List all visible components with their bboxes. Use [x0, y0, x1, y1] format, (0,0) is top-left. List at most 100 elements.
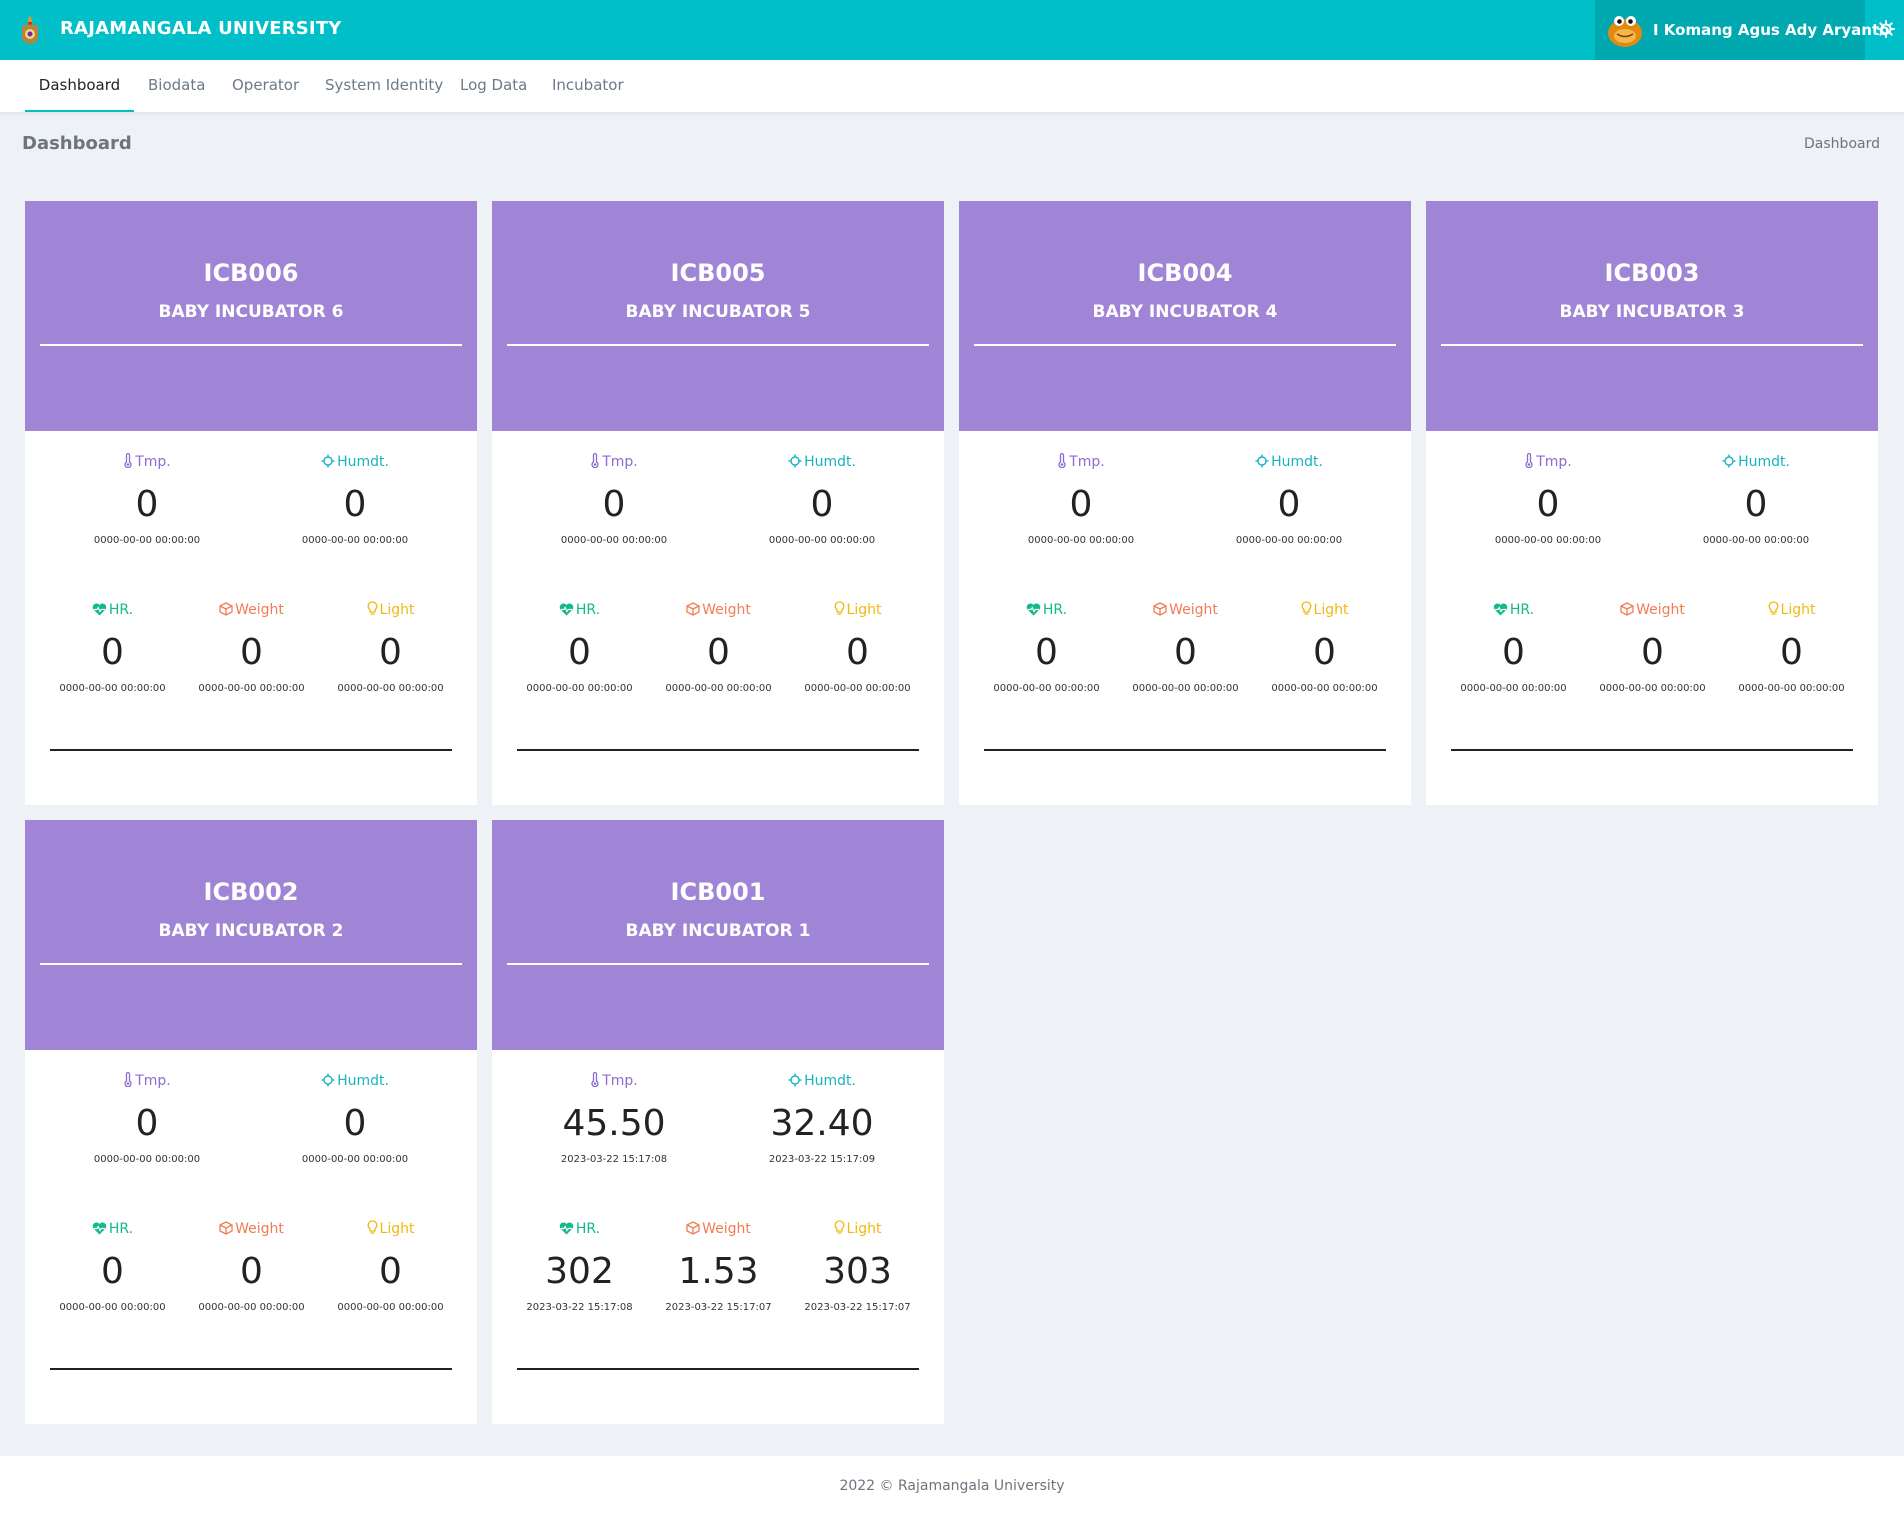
- header-divider: [40, 963, 462, 965]
- nav-system-identity[interactable]: System Identity: [325, 60, 443, 112]
- metric-humdt: Humdt. 0 0000-00-00 00:00:00: [718, 453, 926, 546]
- metric-label-humdt: Humdt.: [251, 1072, 459, 1090]
- metric-label-tmp: Tmp.: [43, 1071, 251, 1090]
- metric-value: 0: [1277, 484, 1301, 525]
- metric-timestamp: 0000-00-00 00:00:00: [301, 1154, 409, 1165]
- metric-timestamp: 0000-00-00 00:00:00: [93, 1154, 201, 1165]
- thermometer-icon: [591, 1071, 599, 1088]
- incubator-card: ICB006 BABY INCUBATOR 6 Tmp. 0 0000-00-00 00…: [25, 201, 477, 805]
- metric-tmp: Tmp. 0 0000-00-00 00:00:00: [1444, 452, 1652, 546]
- metric-label-text: HR.: [108, 602, 134, 618]
- metric-light: Light 0 0000-00-00 00:00:00: [1255, 601, 1394, 694]
- user-menu[interactable]: I Komang Agus Ady Aryanto: [1595, 0, 1889, 60]
- metric-label-text: Light: [379, 1221, 415, 1237]
- metric-label-text: HR.: [1042, 602, 1068, 618]
- heart-pulse-icon: [559, 603, 574, 616]
- metric-label-weight: Weight: [182, 1220, 321, 1238]
- metric-timestamp: 2023-03-22 15:17:09: [768, 1154, 876, 1165]
- metric-label-text: Tmp.: [602, 1073, 638, 1089]
- metric-value: 303: [823, 1251, 892, 1292]
- incubator-code: ICB004: [1137, 259, 1233, 287]
- metric-label-text: Light: [379, 602, 415, 618]
- metric-value: 32.40: [770, 1103, 874, 1144]
- heart-pulse-icon: [559, 1222, 574, 1235]
- metric-humdt: Humdt. 0 0000-00-00 00:00:00: [1652, 453, 1860, 546]
- card-header: ICB005 BABY INCUBATOR 5: [492, 201, 944, 431]
- metric-label-text: Tmp.: [135, 454, 171, 470]
- metric-weight: Weight 0 0000-00-00 00:00:00: [182, 1220, 321, 1313]
- metric-label-text: HR.: [575, 1221, 601, 1237]
- metric-value: 0: [343, 1103, 367, 1144]
- card-header: ICB003 BABY INCUBATOR 3: [1426, 201, 1878, 431]
- metric-value: 302: [545, 1251, 614, 1292]
- incubator-card: ICB001 BABY INCUBATOR 1 Tmp. 45.50 2023-03-2…: [492, 820, 944, 1424]
- metric-value: 0: [602, 484, 626, 525]
- heart-pulse-icon: [92, 603, 107, 616]
- metric-value: 0: [240, 632, 263, 673]
- nav-biodata[interactable]: Biodata: [148, 60, 205, 112]
- metric-timestamp: 0000-00-00 00:00:00: [1494, 535, 1602, 546]
- metric-humdt: Humdt. 32.40 2023-03-22 15:17:09: [718, 1072, 926, 1165]
- sun-icon: [1255, 454, 1269, 468]
- nav-log-data[interactable]: Log Data: [460, 60, 527, 112]
- metric-value: 0: [568, 632, 591, 673]
- metric-label-humdt: Humdt.: [718, 453, 926, 471]
- metric-light: Light 0 0000-00-00 00:00:00: [1722, 601, 1861, 694]
- page-title: Dashboard: [22, 133, 132, 154]
- card-bottom-line: [50, 749, 452, 751]
- metric-timestamp: 0000-00-00 00:00:00: [337, 683, 444, 694]
- breadcrumb[interactable]: Dashboard: [1804, 136, 1880, 152]
- metric-label-light: Light: [788, 1220, 927, 1238]
- metric-tmp: Tmp. 45.50 2023-03-22 15:17:08: [510, 1071, 718, 1165]
- metric-value: 0: [1174, 632, 1197, 673]
- metric-value: 0: [1536, 484, 1560, 525]
- metric-light: Light 0 0000-00-00 00:00:00: [788, 601, 927, 694]
- top-bar: RAJAMANGALA UNIVERSITY I Komang Agus Ady…: [0, 0, 1904, 60]
- metric-timestamp: 0000-00-00 00:00:00: [1702, 535, 1810, 546]
- metric-label-text: Humdt.: [337, 1073, 389, 1089]
- incubator-code: ICB006: [203, 259, 299, 287]
- settings-gear-icon[interactable]: [1876, 19, 1896, 39]
- nav-dashboard[interactable]: Dashboard: [25, 60, 134, 112]
- metric-label-text: Tmp.: [1069, 454, 1105, 470]
- metric-value: 45.50: [562, 1103, 666, 1144]
- metric-label-weight: Weight: [1583, 601, 1722, 619]
- metric-hr: HR. 0 0000-00-00 00:00:00: [1444, 601, 1583, 694]
- metric-timestamp: 2023-03-22 15:17:08: [526, 1302, 633, 1313]
- metric-label-light: Light: [321, 1220, 460, 1238]
- sun-icon: [321, 1073, 335, 1087]
- sun-icon: [1722, 454, 1736, 468]
- metric-timestamp: 0000-00-00 00:00:00: [1235, 535, 1343, 546]
- brand-name[interactable]: RAJAMANGALA UNIVERSITY: [60, 18, 342, 39]
- nav-incubator[interactable]: Incubator: [552, 60, 624, 112]
- incubator-card: ICB002 BABY INCUBATOR 2 Tmp. 0 0000-00-00 00…: [25, 820, 477, 1424]
- metric-label-humdt: Humdt.: [251, 453, 459, 471]
- header-divider: [974, 344, 1396, 346]
- header-divider: [507, 963, 929, 965]
- incubator-name: BABY INCUBATOR 5: [625, 302, 811, 322]
- metric-label-humdt: Humdt.: [1652, 453, 1860, 471]
- footer: 2022 © Rajamangala University: [0, 1456, 1904, 1516]
- metric-label-text: Light: [846, 602, 882, 618]
- metric-value: 0: [707, 632, 730, 673]
- metric-label-tmp: Tmp.: [510, 452, 718, 471]
- lightbulb-icon: [1301, 601, 1311, 615]
- metric-weight: Weight 1.53 2023-03-22 15:17:07: [649, 1220, 788, 1313]
- incubator-name: BABY INCUBATOR 2: [158, 921, 344, 941]
- metric-humdt: Humdt. 0 0000-00-00 00:00:00: [251, 1072, 459, 1165]
- metric-timestamp: 2023-03-22 15:17:07: [665, 1302, 772, 1313]
- metric-timestamp: 0000-00-00 00:00:00: [665, 683, 772, 694]
- metric-label-hr: HR.: [43, 1220, 182, 1238]
- sun-icon: [788, 454, 802, 468]
- box-icon: [219, 602, 233, 616]
- metric-label-light: Light: [1722, 601, 1861, 619]
- metric-label-weight: Weight: [1116, 601, 1255, 619]
- nav-operator[interactable]: Operator: [232, 60, 299, 112]
- metric-timestamp: 0000-00-00 00:00:00: [59, 683, 166, 694]
- metric-weight: Weight 0 0000-00-00 00:00:00: [1583, 601, 1722, 694]
- lightbulb-icon: [834, 1220, 844, 1234]
- metric-timestamp: 0000-00-00 00:00:00: [993, 683, 1100, 694]
- metric-label-hr: HR.: [510, 601, 649, 619]
- metric-label-text: HR.: [1509, 602, 1535, 618]
- incubator-code: ICB005: [670, 259, 766, 287]
